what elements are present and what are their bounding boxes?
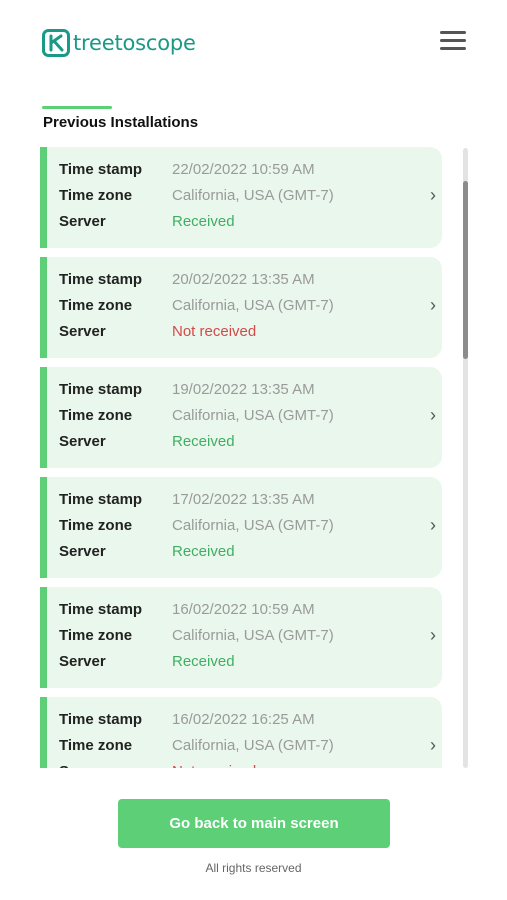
app-header: treetoscope [0, 0, 507, 90]
scrollbar-track[interactable] [463, 148, 468, 768]
timezone-row: Time zone California, USA (GMT-7) [59, 406, 334, 424]
timestamp-value: 16/02/2022 16:25 AM [172, 710, 315, 728]
timestamp-row: Time stamp 19/02/2022 13:35 AM [59, 380, 315, 398]
footer-text: All rights reserved [205, 861, 302, 875]
timezone-row: Time zone California, USA (GMT-7) [59, 626, 334, 644]
server-status-value: Not received [172, 322, 257, 340]
timestamp-row: Time stamp 16/02/2022 10:59 AM [59, 600, 315, 618]
server-status-row: Server Not received [59, 322, 256, 340]
timestamp-row: Time stamp 17/02/2022 13:35 AM [59, 490, 315, 508]
chevron-right-icon[interactable]: › [430, 735, 436, 756]
treetoscope-logo-icon [42, 29, 70, 57]
section-accent-bar [42, 106, 112, 109]
page-title: Previous Installations [43, 114, 199, 131]
installation-card[interactable]: Time stamp 16/02/2022 16:25 AM Time zone Ca… [40, 697, 442, 768]
timestamp-value: 22/02/2022 10:59 AM [172, 160, 315, 178]
installation-card[interactable]: Time stamp 17/02/2022 13:35 AM Time zone Ca… [40, 477, 442, 578]
timestamp-row: Time stamp 16/02/2022 16:25 AM [59, 710, 315, 728]
server-status-value: Received [172, 652, 235, 670]
server-status-label: Server [59, 212, 106, 230]
back-to-main-button[interactable]: Go back to main screen [118, 799, 390, 848]
timezone-label: Time zone [59, 736, 133, 754]
timezone-row: Time zone California, USA (GMT-7) [59, 516, 334, 534]
timestamp-label: Time stamp [59, 380, 143, 398]
timestamp-row: Time stamp 22/02/2022 10:59 AM [59, 160, 315, 178]
server-status-value: Received [172, 542, 235, 560]
hamburger-menu-icon[interactable] [440, 31, 470, 55]
server-status-label: Server [59, 322, 106, 340]
chevron-right-icon[interactable]: › [430, 295, 436, 316]
timestamp-value: 20/02/2022 13:35 AM [172, 270, 315, 288]
scrollbar-thumb[interactable] [463, 181, 468, 359]
timezone-label: Time zone [59, 186, 133, 204]
server-status-value: Received [172, 432, 235, 450]
timezone-row: Time zone California, USA (GMT-7) [59, 186, 334, 204]
chevron-right-icon[interactable]: › [430, 185, 436, 206]
timestamp-value: 16/02/2022 10:59 AM [172, 600, 315, 618]
timezone-label: Time zone [59, 406, 133, 424]
timezone-value: California, USA (GMT-7) [172, 296, 334, 314]
timestamp-label: Time stamp [59, 490, 143, 508]
server-status-label: Server [59, 542, 106, 560]
timezone-row: Time zone California, USA (GMT-7) [59, 736, 334, 754]
timezone-value: California, USA (GMT-7) [172, 736, 334, 754]
timestamp-row: Time stamp 20/02/2022 13:35 AM [59, 270, 315, 288]
timestamp-label: Time stamp [59, 710, 143, 728]
timestamp-label: Time stamp [59, 160, 143, 178]
timezone-value: California, USA (GMT-7) [172, 516, 334, 534]
server-status-row: Server Received [59, 542, 235, 560]
installation-card[interactable]: Time stamp 16/02/2022 10:59 AM Time zone Ca… [40, 587, 442, 688]
timestamp-value: 17/02/2022 13:35 AM [172, 490, 315, 508]
timestamp-label: Time stamp [59, 600, 143, 618]
timezone-value: California, USA (GMT-7) [172, 406, 334, 424]
server-status-label: Server [59, 763, 172, 769]
server-status-label: Server [59, 432, 106, 450]
timezone-label: Time zone [59, 516, 133, 534]
timezone-value: California, USA (GMT-7) [172, 626, 334, 644]
server-status-row: ServerNot received [59, 762, 256, 769]
timezone-label: Time zone [59, 626, 133, 644]
installation-card[interactable]: Time stamp 20/02/2022 13:35 AM Time zone Ca… [40, 257, 442, 358]
chevron-right-icon[interactable]: › [430, 405, 436, 426]
installation-card[interactable]: Time stamp 22/02/2022 10:59 AM Time zone Ca… [40, 147, 442, 248]
brand-name: treetoscope [73, 31, 196, 55]
server-status-label: Server [59, 652, 106, 670]
server-status-row: Server Received [59, 652, 235, 670]
timezone-label: Time zone [59, 296, 133, 314]
installation-card[interactable]: Time stamp 19/02/2022 13:35 AM Time zone Ca… [40, 367, 442, 468]
server-status-row: Server Received [59, 432, 235, 450]
timestamp-value: 19/02/2022 13:35 AM [172, 380, 315, 398]
server-status-value: Received [172, 212, 235, 230]
chevron-right-icon[interactable]: › [430, 625, 436, 646]
brand-logo[interactable]: treetoscope [42, 29, 196, 57]
chevron-right-icon[interactable]: › [430, 515, 436, 536]
installations-list[interactable]: Time stamp 22/02/2022 10:59 AM Time zone Ca… [40, 147, 442, 768]
timestamp-label: Time stamp [59, 270, 143, 288]
server-status-value: Not received [172, 763, 256, 769]
server-status-row: Server Received [59, 212, 235, 230]
timezone-row: Time zone California, USA (GMT-7) [59, 296, 334, 314]
timezone-value: California, USA (GMT-7) [172, 186, 334, 204]
